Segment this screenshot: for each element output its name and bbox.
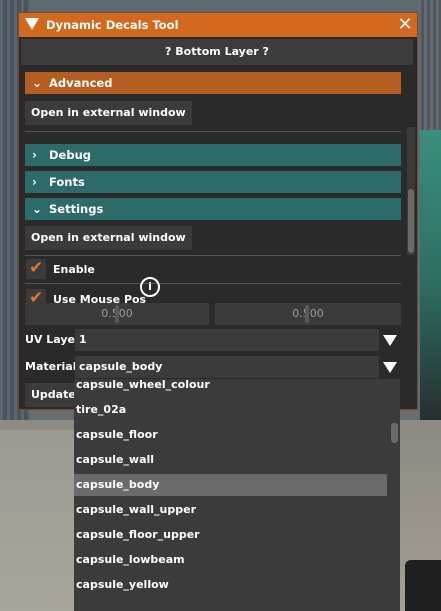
section-label: Fonts	[49, 175, 85, 189]
vehicle-body	[420, 130, 441, 430]
uv-layer-select[interactable]: 1	[75, 329, 401, 351]
vehicle-tire	[405, 560, 441, 611]
window-titlebar[interactable]: Dynamic Decals Tool ✕	[19, 13, 417, 37]
open-external-window-button[interactable]: Open in external window	[25, 101, 192, 125]
slider-x[interactable]: 0.500	[25, 303, 209, 325]
section-fonts[interactable]: › Fonts	[25, 171, 401, 193]
scrollbar-thumb[interactable]	[408, 189, 414, 253]
chevron-down-icon: ⌄	[32, 202, 43, 216]
uv-layer-label: UV Layer	[25, 333, 81, 346]
material-value: capsule_body	[79, 360, 163, 373]
chevron-right-icon: ›	[32, 148, 37, 162]
layer-indicator: ? Bottom Layer ?	[21, 39, 413, 65]
section-label: Debug	[49, 148, 91, 162]
dropdown-option-selected[interactable]: capsule_body	[74, 474, 387, 496]
divider	[25, 255, 401, 256]
dropdown-option[interactable]: capsule_floor	[74, 424, 387, 446]
section-label: Settings	[49, 202, 104, 216]
divider	[25, 131, 401, 132]
dropdown-option[interactable]: capsule_lowbeam	[74, 549, 387, 571]
section-debug[interactable]: › Debug	[25, 144, 401, 166]
window-scrollbar[interactable]	[407, 127, 415, 255]
material-select[interactable]: capsule_body	[75, 356, 401, 378]
window-title: Dynamic Decals Tool	[46, 18, 179, 32]
section-advanced[interactable]: ⌄ Advanced	[25, 72, 401, 94]
material-dropdown-list: capsule_wheel_colour tire_02a capsule_fl…	[74, 379, 400, 611]
dropdown-option[interactable]: capsule_wall	[74, 449, 387, 471]
uv-layer-value: 1	[79, 333, 87, 346]
material-label: Material	[25, 360, 77, 373]
info-icon[interactable]: i	[140, 277, 160, 297]
slider-handle[interactable]	[305, 305, 309, 323]
collapse-window-icon[interactable]	[25, 18, 39, 30]
section-settings[interactable]: ⌄ Settings	[25, 198, 401, 220]
dropdown-option[interactable]: capsule_wall_upper	[74, 499, 387, 521]
dropdown-option[interactable]: capsule_yellow	[74, 574, 387, 596]
slider-y[interactable]: 0.500	[215, 303, 401, 325]
divider	[25, 283, 401, 284]
chevron-right-icon: ›	[32, 175, 37, 189]
enable-label: Enable	[53, 263, 95, 276]
floor-left	[0, 430, 75, 611]
dropdown-option[interactable]: tire_02a	[74, 399, 387, 421]
decals-tool-window: Dynamic Decals Tool ✕ ? Bottom Layer ? ⌄…	[18, 12, 418, 410]
dropdown-arrow-icon[interactable]	[379, 329, 401, 351]
scrollbar-thumb[interactable]	[391, 423, 398, 443]
dropdown-scrollbar[interactable]	[389, 379, 400, 611]
checkmark-icon: ✔	[29, 258, 44, 278]
chevron-down-icon: ⌄	[32, 76, 43, 90]
dropdown-arrow-icon[interactable]	[379, 356, 401, 378]
dropdown-option[interactable]: capsule_wheel_colour	[74, 379, 387, 396]
enable-checkbox[interactable]: ✔	[26, 258, 46, 279]
slider-handle[interactable]	[115, 305, 119, 323]
dropdown-option[interactable]: capsule_floor_upper	[74, 524, 387, 546]
open-external-window-button[interactable]: Open in external window	[25, 226, 192, 250]
close-icon[interactable]: ✕	[397, 16, 413, 34]
section-label: Advanced	[49, 76, 113, 90]
